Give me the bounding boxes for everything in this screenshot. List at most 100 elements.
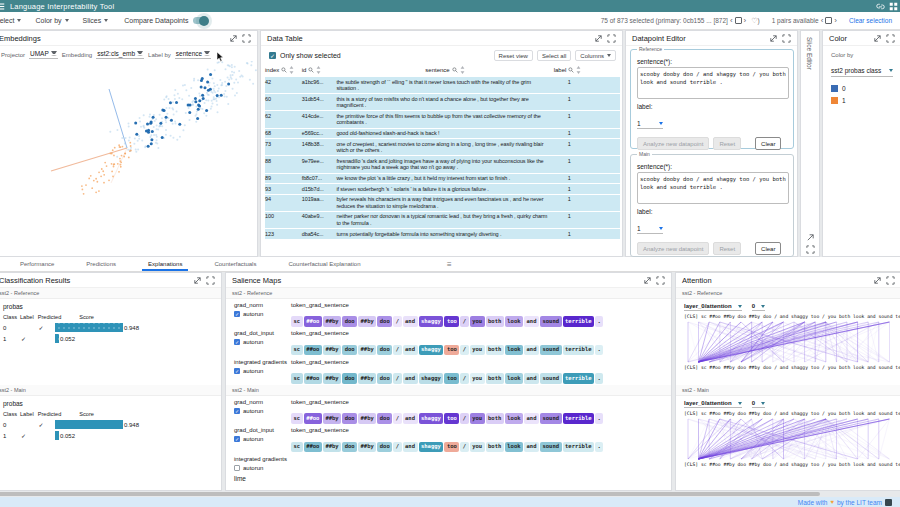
salience-token[interactable]: sc [291,345,303,356]
table-row[interactable]: 6031db54...this is a story of two misfit… [265,94,620,111]
salience-token[interactable]: terrible [563,442,595,453]
head-select[interactable]: 0 [752,303,765,311]
salience-token[interactable]: shaggy [419,345,444,356]
slices-menu[interactable]: Slices [83,17,109,24]
salience-token[interactable]: shaggy [419,413,444,424]
salience-token[interactable]: doo [377,413,392,424]
salience-token[interactable]: too [444,345,459,356]
salience-token[interactable]: both [486,413,504,424]
autorun-checkbox[interactable]: ✓ [234,465,240,471]
tab-counterfactual-explanation[interactable]: Counterfactual Explanation [272,257,376,271]
salience-token[interactable]: too [444,316,459,327]
salience-token[interactable]: look [505,413,523,424]
column-header-index[interactable]: index [265,64,302,77]
color-by-menu[interactable]: Color by [35,17,68,24]
table-row[interactable]: 93d15b7d...if steven soderbergh 's ` sol… [265,184,620,195]
salience-token[interactable]: ##oo [304,413,322,424]
salience-token[interactable]: look [505,442,523,453]
salience-token[interactable]: / [460,442,468,453]
projector-select[interactable]: UMAP [29,50,58,59]
only-show-selected-checkbox[interactable]: ✓ [269,52,276,59]
salience-token[interactable]: sound [540,413,562,424]
salience-token[interactable]: you [470,413,485,424]
salience-token[interactable]: and [524,373,539,384]
salience-token[interactable]: sc [291,373,303,384]
salience-token[interactable]: sc [291,442,303,453]
salience-token[interactable]: sc [291,316,303,327]
salience-token[interactable]: you [470,442,485,453]
compare-datapoints-toggle[interactable] [193,17,208,24]
salience-token[interactable]: . [595,373,603,384]
salience-token[interactable]: ##oo [304,316,322,327]
salience-token[interactable]: / [393,316,401,327]
salience-token[interactable]: ##by [358,373,376,384]
table-row[interactable]: 62414cde...the primitive force of this f… [265,111,620,128]
reset-view-button[interactable]: Reset view [494,50,533,61]
autorun-checkbox[interactable]: ✓ [234,311,240,317]
divider-handle[interactable]: ≡ [447,260,452,269]
next-primary-button[interactable]: › [744,16,747,25]
salience-token[interactable]: / [393,442,401,453]
embedding-scatter[interactable] [0,61,257,254]
salience-token[interactable]: and [524,316,539,327]
embedding-select[interactable]: sst2:cls_emb [96,50,144,59]
salience-token[interactable]: terrible [563,345,595,356]
salience-token[interactable]: / [393,345,401,356]
clear-selection-link[interactable]: Clear selection [849,17,892,24]
salience-token[interactable]: both [486,316,504,327]
salience-token[interactable]: look [505,345,523,356]
salience-token[interactable]: doo [342,413,357,424]
salience-token[interactable]: sound [540,316,562,327]
search-icon[interactable] [308,67,314,73]
salience-token[interactable]: look [505,316,523,327]
label-select[interactable]: 1 [637,120,663,129]
salience-token[interactable]: and [403,316,418,327]
maximize-icon[interactable] [607,34,616,43]
salience-token[interactable]: / [393,413,401,424]
salience-token[interactable]: terrible [563,413,595,424]
table-row[interactable]: 68e569cc...good old-fashioned slash-and-… [265,128,620,139]
autorun-checkbox[interactable]: ✓ [234,339,240,345]
salience-token[interactable]: look [505,373,523,384]
salience-token[interactable]: doo [377,316,392,327]
salience-token[interactable]: / [393,373,401,384]
salience-token[interactable]: ##by [358,345,376,356]
tab-counterfactuals[interactable]: Counterfactuals [198,257,272,271]
salience-token[interactable]: ##by [323,413,341,424]
tab-explanations[interactable]: Explanations [132,257,198,271]
autorun-checkbox[interactable]: ✓ [234,436,240,442]
search-icon[interactable] [452,67,458,73]
minimize-icon[interactable] [769,34,778,43]
sort-icon[interactable] [460,66,465,74]
salience-token[interactable]: and [524,442,539,453]
salience-token[interactable]: terrible [563,316,595,327]
prev-primary-button[interactable]: ‹ [730,16,733,25]
search-icon[interactable] [281,67,287,73]
table-row[interactable]: 89fb8c07...we know the plot 's a little … [265,173,620,184]
table-row[interactable]: 941019aa...byler reveals his characters … [265,194,620,211]
sort-icon[interactable] [316,66,321,74]
salience-token[interactable]: you [470,345,485,356]
sentence-input[interactable] [637,172,789,204]
sort-icon[interactable] [289,66,294,74]
autorun-checkbox[interactable]: ✓ [234,368,240,374]
clear-button[interactable]: Clear [755,137,781,150]
columns-button[interactable]: Columns [575,50,616,61]
salience-token[interactable]: you [470,316,485,327]
tab-performance[interactable]: Performance [4,257,70,271]
clear-button[interactable]: Clear [755,242,781,255]
salience-token[interactable]: ##by [358,316,376,327]
salience-token[interactable]: too [444,373,459,384]
salience-token[interactable]: doo [342,316,357,327]
salience-token[interactable]: . [595,413,603,424]
salience-token[interactable]: ##by [358,413,376,424]
salience-token[interactable]: shaggy [419,316,444,327]
horizontal-scrollbar[interactable] [0,492,820,496]
salience-token[interactable]: doo [342,442,357,453]
salience-token[interactable]: and [403,442,418,453]
maximize-icon[interactable] [886,276,895,285]
salience-token[interactable]: shaggy [419,373,444,384]
slice-editor-tab[interactable]: Slice Editor [800,30,820,257]
minimize-icon[interactable] [193,276,202,285]
maximize-icon[interactable] [656,276,665,285]
